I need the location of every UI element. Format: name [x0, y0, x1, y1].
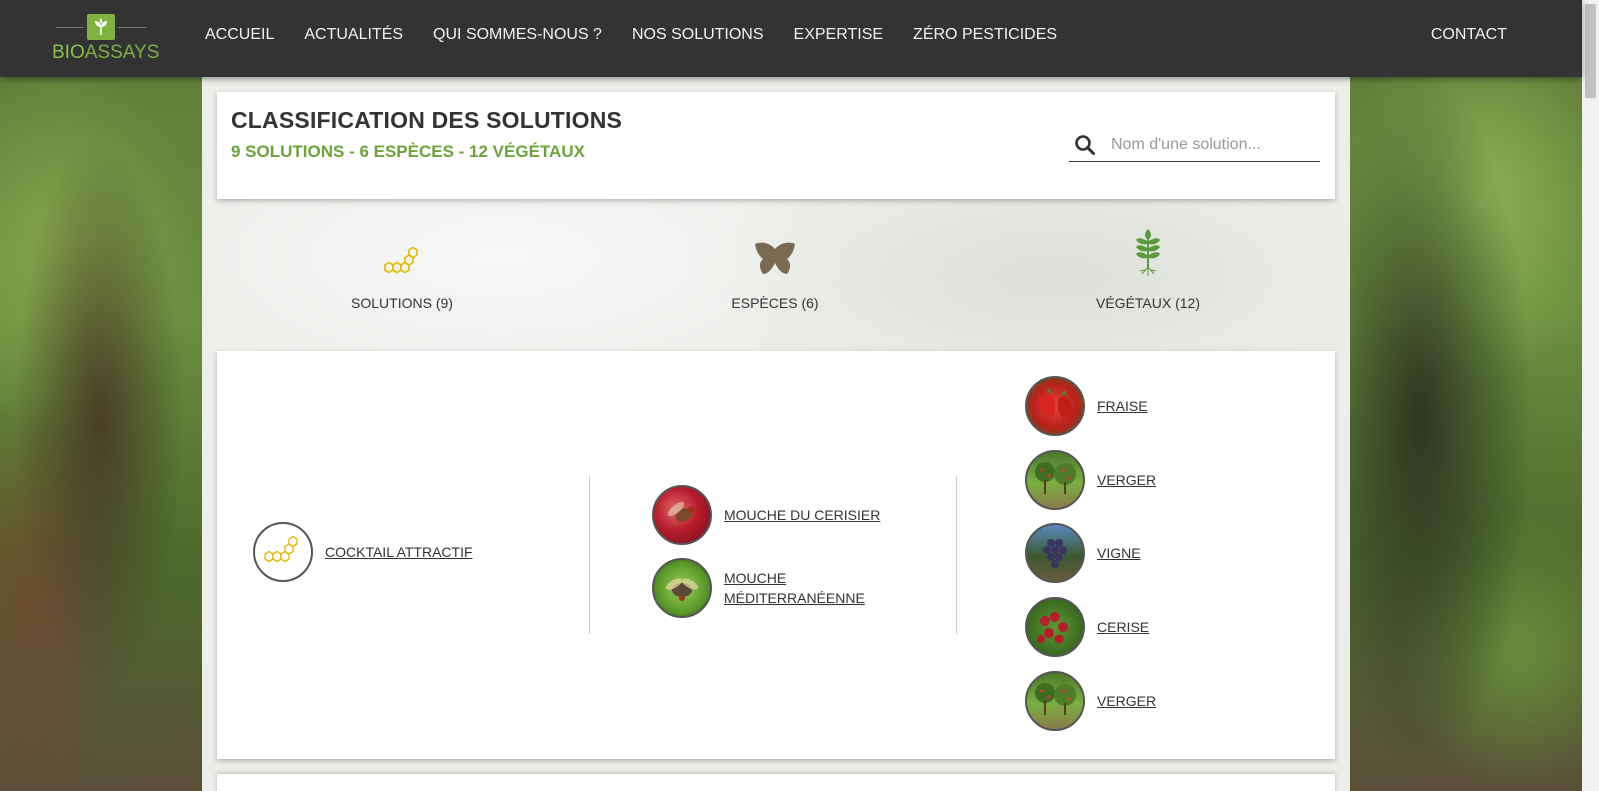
- nav-actualites[interactable]: ACTUALITÉS: [304, 26, 403, 44]
- orchard-photo[interactable]: [1025, 450, 1085, 510]
- top-navbar: BIOASSAYS ACCUEIL ACTUALITÉS QUI SOMMES-…: [0, 0, 1582, 77]
- cherry-photo[interactable]: [1025, 597, 1085, 657]
- logo-leaf-icon: [87, 14, 115, 40]
- logo-line-right: [118, 27, 146, 28]
- category-vegetaux[interactable]: VÉGÉTAUX (12): [1048, 227, 1248, 311]
- list-item: VIGNE: [1025, 523, 1141, 583]
- logo-bio: BIO: [52, 42, 85, 63]
- next-results-card: [217, 774, 1335, 791]
- page-scrollbar[interactable]: [1582, 0, 1599, 791]
- nav-accueil[interactable]: ACCUEIL: [205, 26, 274, 44]
- column-divider: [589, 476, 590, 634]
- nav-contact[interactable]: CONTACT: [1431, 26, 1507, 44]
- main-container: CLASSIFICATION DES SOLUTIONS 9 SOLUTIONS…: [202, 77, 1350, 791]
- category-especes[interactable]: ESPÈCES (6): [675, 227, 875, 311]
- category-filters: SOLUTIONS (9) ESPÈCES (6) VÉGÉTAUX (12): [217, 227, 1335, 327]
- cherry-fly-photo[interactable]: [652, 485, 712, 545]
- nav-expertise[interactable]: EXPERTISE: [794, 26, 884, 44]
- plant-icon: [1048, 227, 1248, 277]
- list-item: MOUCHE MÉDITERRANÉENNE: [652, 558, 865, 618]
- bioassays-logo[interactable]: BIOASSAYS: [52, 12, 159, 66]
- counts-subtitle: 9 SOLUTIONS - 6 ESPÈCES - 12 VÉGÉTAUX: [231, 142, 585, 161]
- list-item: VERGER: [1025, 450, 1156, 510]
- page-title: CLASSIFICATION DES SOLUTIONS: [231, 107, 623, 133]
- list-item: MOUCHE DU CERISIER: [652, 485, 880, 545]
- main-nav: ACCUEIL ACTUALITÉS QUI SOMMES-NOUS ? NOS…: [205, 26, 1087, 44]
- orchard-photo[interactable]: [1025, 671, 1085, 731]
- category-especes-label: ESPÈCES (6): [731, 295, 819, 311]
- search-icon[interactable]: [1074, 134, 1096, 161]
- honeycomb-icon[interactable]: [253, 522, 313, 582]
- espece-link[interactable]: MOUCHE DU CERISIER: [724, 505, 880, 525]
- search-input[interactable]: [1111, 132, 1316, 158]
- strawberry-photo[interactable]: [1025, 376, 1085, 436]
- list-item: FRAISE: [1025, 376, 1148, 436]
- search-box: [1069, 132, 1320, 162]
- category-solutions-label: SOLUTIONS (9): [351, 295, 453, 311]
- logo-assays: ASSAYS: [84, 42, 160, 63]
- vegetal-link[interactable]: VERGER: [1097, 470, 1156, 490]
- category-solutions[interactable]: SOLUTIONS (9): [302, 227, 502, 311]
- grape-photo[interactable]: [1025, 523, 1085, 583]
- list-item: COCKTAIL ATTRACTIF: [253, 522, 473, 582]
- vegetal-link[interactable]: VIGNE: [1097, 543, 1141, 563]
- list-item: CERISE: [1025, 597, 1149, 657]
- espece-link[interactable]: MOUCHE MÉDITERRANÉENNE: [724, 568, 865, 608]
- vegetal-link[interactable]: FRAISE: [1097, 396, 1148, 416]
- solution-link[interactable]: COCKTAIL ATTRACTIF: [325, 542, 473, 562]
- vegetal-link[interactable]: VERGER: [1097, 691, 1156, 711]
- nav-qui-sommes-nous[interactable]: QUI SOMMES-NOUS ?: [433, 26, 602, 44]
- vegetal-link[interactable]: CERISE: [1097, 617, 1149, 637]
- butterfly-icon: [675, 227, 875, 277]
- nav-zero-pesticides[interactable]: ZÉRO PESTICIDES: [913, 26, 1057, 44]
- list-item: VERGER: [1025, 671, 1156, 731]
- classification-header: CLASSIFICATION DES SOLUTIONS 9 SOLUTIONS…: [217, 92, 1335, 199]
- logo-wordmark: BIOASSAYS: [52, 42, 159, 64]
- med-fly-photo[interactable]: [652, 558, 712, 618]
- results-panel: COCKTAIL ATTRACTIF MOUCHE DU CERISIER MO…: [217, 351, 1335, 759]
- column-divider: [956, 476, 957, 634]
- logo-line-left: [56, 27, 84, 28]
- scrollbar-thumb[interactable]: [1585, 4, 1596, 98]
- honeycomb-icon: [302, 227, 502, 277]
- category-vegetaux-label: VÉGÉTAUX (12): [1096, 295, 1200, 311]
- nav-nos-solutions[interactable]: NOS SOLUTIONS: [632, 26, 764, 44]
